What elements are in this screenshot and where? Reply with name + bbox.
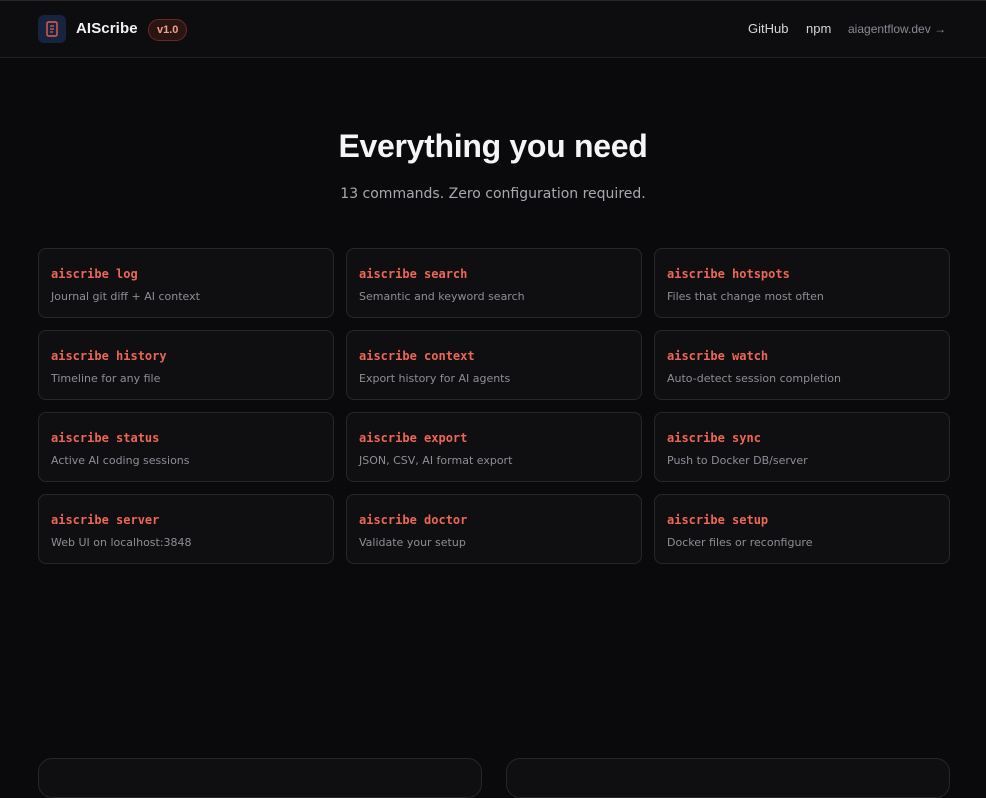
command-description: Journal git diff + AI context (51, 290, 200, 303)
command-card: aiscribe export JSON, CSV, AI format expo… (346, 412, 642, 482)
command-name: aiscribe hotspots (667, 267, 790, 281)
command-card: aiscribe history Timeline for any file (38, 330, 334, 400)
command-name: aiscribe server (51, 513, 160, 527)
command-description: Push to Docker DB/server (667, 454, 808, 467)
command-card: aiscribe server Web UI on localhost:3848 (38, 494, 334, 564)
command-description: Auto-detect session completion (667, 372, 841, 385)
command-name: aiscribe log (51, 267, 138, 281)
command-description: Files that change most often (667, 290, 824, 303)
command-name: aiscribe history (51, 349, 167, 363)
command-name: aiscribe search (359, 267, 468, 281)
command-card: aiscribe context Export history for AI ag… (346, 330, 642, 400)
command-description: JSON, CSV, AI format export (359, 454, 513, 467)
command-grid: aiscribe log Journal git diff + AI contex… (38, 248, 950, 564)
command-card: aiscribe setup Docker files or reconfigur… (654, 494, 950, 564)
command-name: aiscribe watch (667, 349, 769, 363)
nav-link-npm[interactable]: npm (806, 21, 831, 39)
command-description: Timeline for any file (51, 372, 161, 385)
section-title: Everything you need (338, 128, 648, 164)
command-description: Semantic and keyword search (359, 290, 525, 303)
command-card: aiscribe search Semantic and keyword sear… (346, 248, 642, 318)
bottom-panel-left (38, 758, 482, 798)
command-name: aiscribe sync (667, 431, 761, 445)
command-card: aiscribe status Active AI coding sessions (38, 412, 334, 482)
command-name: aiscribe export (359, 431, 468, 445)
nav-link-site[interactable]: aiagentflow.dev → (848, 22, 946, 40)
command-description: Active AI coding sessions (51, 454, 190, 467)
nav-link-github[interactable]: GitHub (748, 21, 788, 39)
command-card: aiscribe doctor Validate your setup (346, 494, 642, 564)
top-navigation-bar: AIScribe v1.0 GitHub npm aiagentflow.dev… (0, 0, 986, 58)
brand-logo[interactable] (38, 15, 66, 43)
brand-name[interactable]: AIScribe (76, 20, 138, 37)
command-card: aiscribe watch Auto-detect session comple… (654, 330, 950, 400)
command-card: aiscribe log Journal git diff + AI contex… (38, 248, 334, 318)
bottom-panel-right (506, 758, 950, 798)
command-name: aiscribe status (51, 431, 160, 445)
version-badge: v1.0 (148, 19, 188, 41)
command-card: aiscribe sync Push to Docker DB/server (654, 412, 950, 482)
command-name: aiscribe setup (667, 513, 769, 527)
command-description: Validate your setup (359, 536, 466, 549)
command-description: Web UI on localhost:3848 (51, 536, 192, 549)
command-name: aiscribe doctor (359, 513, 468, 527)
scroll-icon (46, 21, 58, 37)
command-name: aiscribe context (359, 349, 475, 363)
command-description: Docker files or reconfigure (667, 536, 813, 549)
command-description: Export history for AI agents (359, 372, 511, 385)
section-subtitle: 13 commands. Zero configuration required… (340, 186, 646, 202)
command-card: aiscribe hotspots Files that change most … (654, 248, 950, 318)
